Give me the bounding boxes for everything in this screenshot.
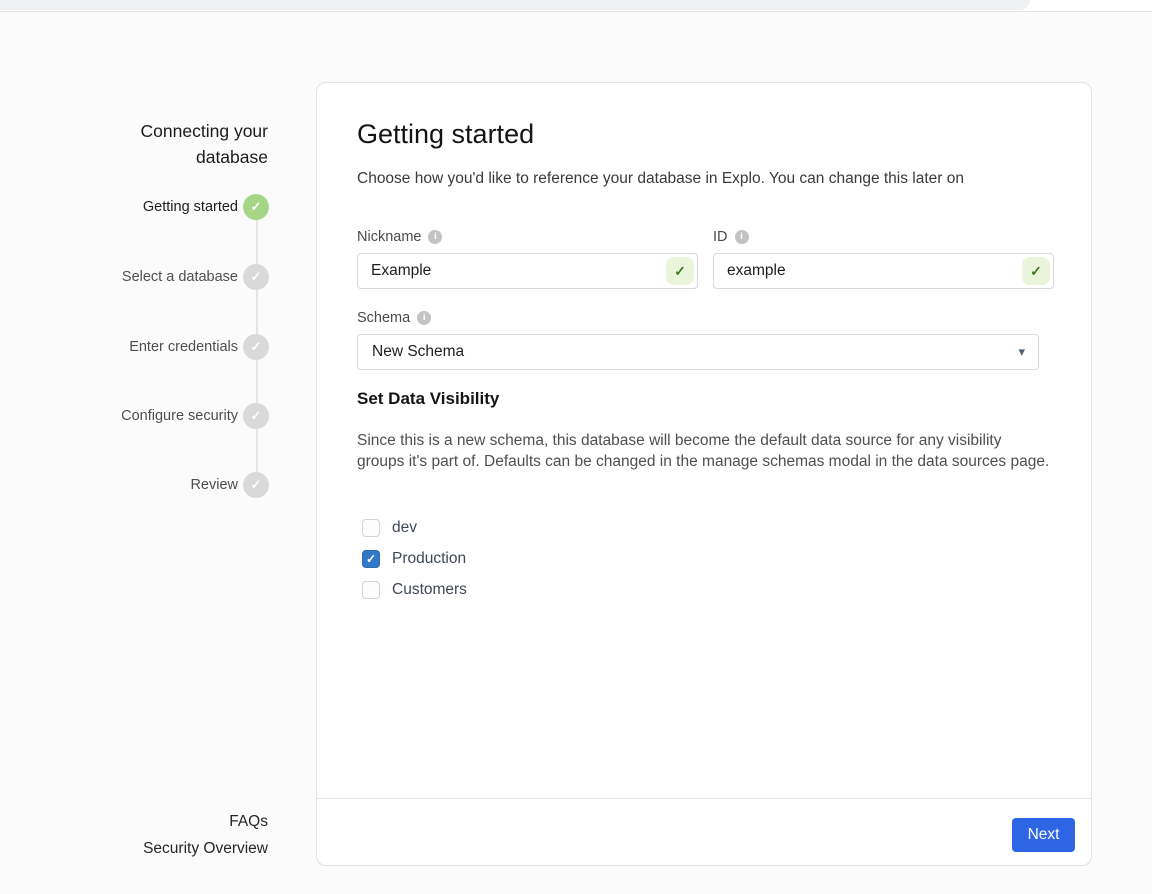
step-check-icon: ✓ (243, 472, 269, 498)
step-review[interactable]: Review ✓ (56, 472, 270, 498)
data-visibility-description: Since this is a new schema, this databas… (357, 431, 1051, 472)
wizard-title: Connecting your database (70, 118, 268, 170)
security-overview-link[interactable]: Security Overview (70, 836, 268, 863)
step-label: Configure security (56, 403, 238, 429)
step-label: Enter credentials (56, 334, 238, 360)
schema-select[interactable]: New Schema ▾ (357, 334, 1039, 370)
id-field: ID i ✓ (713, 229, 1054, 289)
next-button[interactable]: Next (1012, 818, 1075, 852)
step-label: Select a database (56, 264, 238, 290)
checkbox[interactable]: ✓ (362, 519, 380, 537)
step-check-icon: ✓ (243, 334, 269, 360)
nickname-input[interactable] (357, 253, 698, 289)
window-top-tab-strip (0, 0, 1030, 10)
info-icon[interactable]: i (417, 311, 431, 325)
nickname-field: Nickname i ✓ (357, 229, 698, 289)
step-enter-credentials[interactable]: Enter credentials ✓ (56, 334, 270, 360)
getting-started-card: Getting started Choose how you'd like to… (316, 82, 1092, 866)
step-check-icon: ✓ (243, 194, 269, 220)
valid-check-icon: ✓ (1022, 257, 1050, 285)
card-subtitle: Choose how you'd like to reference your … (357, 170, 1067, 188)
visibility-group-label: Production (392, 550, 466, 568)
visibility-group-customers[interactable]: ✓ Customers (362, 580, 467, 600)
checkbox[interactable]: ✓ (362, 581, 380, 599)
check-icon: ✓ (366, 552, 376, 566)
nickname-label: Nickname i (357, 229, 698, 245)
schema-select-value: New Schema (372, 335, 464, 369)
chevron-down-icon: ▾ (1018, 335, 1025, 369)
info-icon[interactable]: i (428, 230, 442, 244)
step-check-icon: ✓ (243, 264, 269, 290)
schema-label: Schema i (357, 310, 1039, 326)
connect-database-page: { "sidebar": { "title": "Connecting your… (0, 0, 1152, 894)
step-getting-started[interactable]: Getting started ✓ (56, 194, 270, 220)
step-label: Review (56, 472, 238, 498)
id-label: ID i (713, 229, 1054, 245)
card-title: Getting started (357, 119, 534, 150)
visibility-group-label: dev (392, 519, 417, 537)
step-check-icon: ✓ (243, 403, 269, 429)
id-input[interactable] (713, 253, 1054, 289)
data-visibility-heading: Set Data Visibility (357, 389, 499, 409)
sidebar-footer-links: FAQs Security Overview (70, 809, 268, 862)
visibility-group-production[interactable]: ✓ Production (362, 549, 466, 569)
faqs-link[interactable]: FAQs (70, 809, 268, 836)
visibility-group-label: Customers (392, 581, 467, 599)
step-select-a-database[interactable]: Select a database ✓ (56, 264, 270, 290)
step-configure-security[interactable]: Configure security ✓ (56, 403, 270, 429)
checkbox[interactable]: ✓ (362, 550, 380, 568)
window-top-bar (0, 0, 1152, 12)
card-footer: Next (317, 798, 1091, 865)
visibility-group-dev[interactable]: ✓ dev (362, 518, 417, 538)
info-icon[interactable]: i (735, 230, 749, 244)
schema-field: Schema i New Schema ▾ (357, 310, 1039, 370)
valid-check-icon: ✓ (666, 257, 694, 285)
step-label: Getting started (56, 194, 238, 220)
